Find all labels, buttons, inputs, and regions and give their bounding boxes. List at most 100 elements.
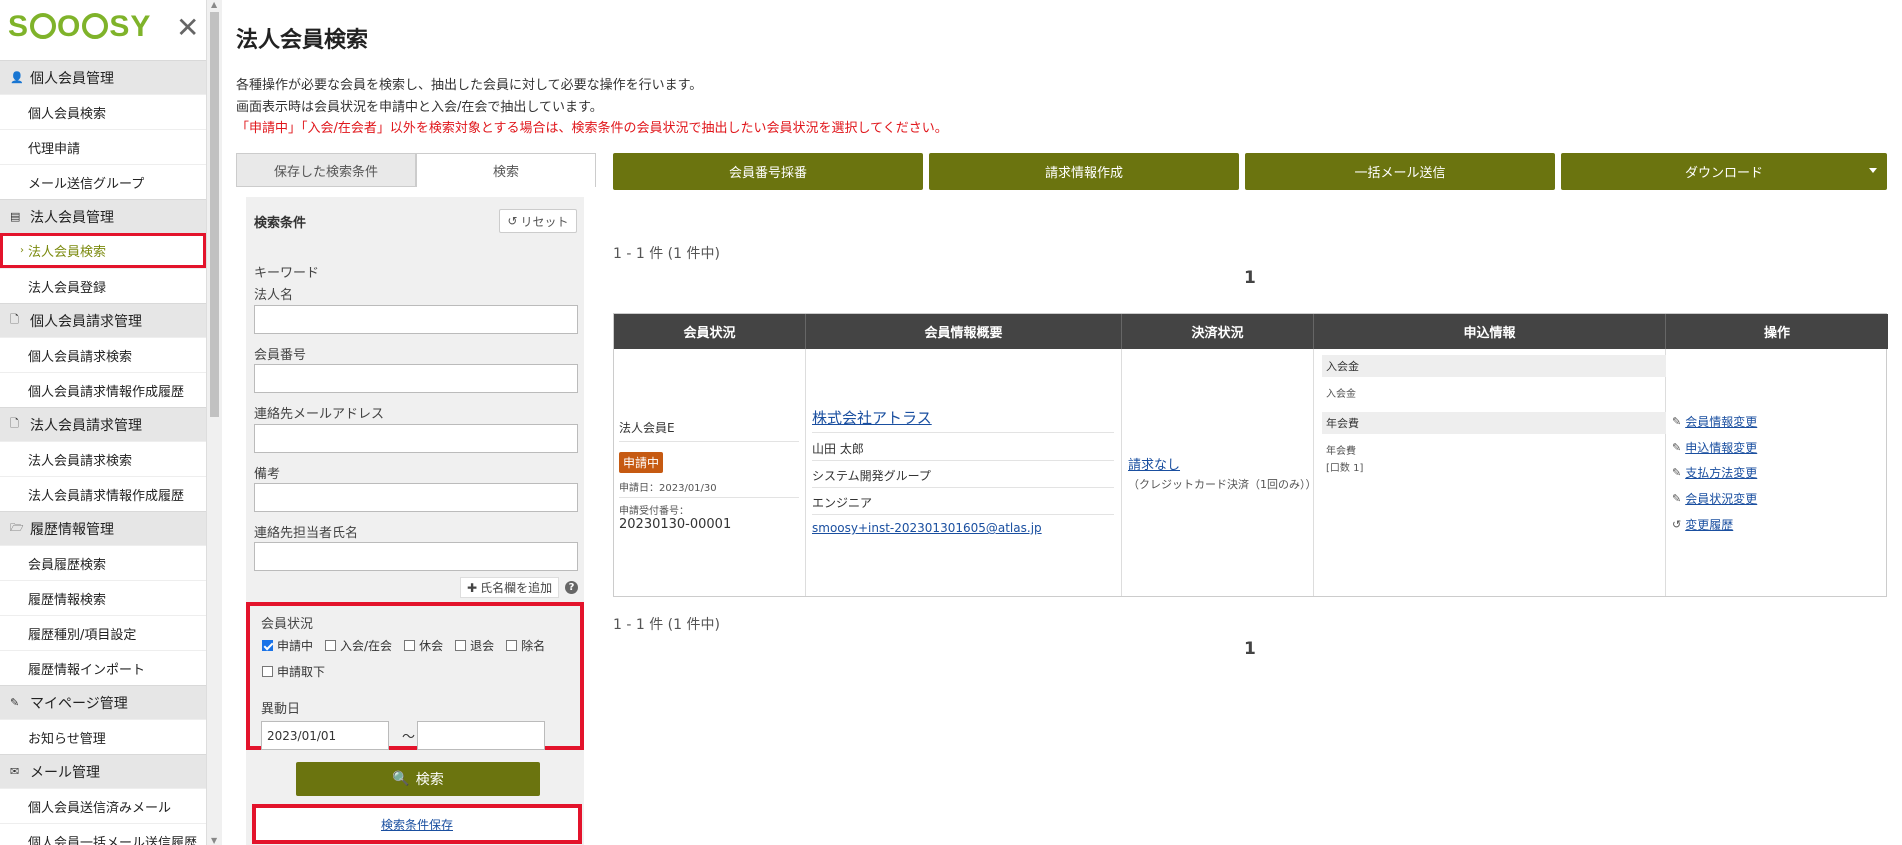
member-no-label: 会員番号 [254,348,307,363]
sidebar-scrollbar[interactable]: ▲ ▼ [207,0,222,845]
folder-icon: 🗁 [10,521,24,534]
sidebar-item[interactable]: 個人会員検索 [0,94,206,129]
annual-fee-title: 年会費 [1322,412,1666,434]
sidebar-section-header[interactable]: ✎ マイページ管理 [0,685,206,719]
date-from-input[interactable]: 2023/01/01 [261,721,389,750]
sidebar-item[interactable]: 個人会員送信済みメール [0,788,206,823]
pagination-page-top[interactable]: 1 [1244,268,1256,288]
op-change-member-info[interactable]: ✎ 会員情報変更 [1672,413,1757,430]
result-count-bottom: 1 - 1 件 (1 件中) [613,617,720,633]
checkbox-label: 入会/在会 [340,639,393,653]
scroll-up-arrow-icon[interactable]: ▲ [211,0,217,9]
sidebar-item[interactable]: 代理申請 [0,129,206,164]
job-title: エンジニア [812,496,873,510]
sidebar: S O SY ✕ 👤 個人会員管理 個人会員検索 代理申請 メール送信グループ ▤ 法人会員管理… [0,0,207,845]
download-dropdown-button[interactable]: ダウンロード [1561,153,1887,190]
create-invoice-button[interactable]: 請求情報作成 [929,153,1239,190]
checkbox-box[interactable] [262,666,273,677]
scroll-down-arrow-icon[interactable]: ▼ [211,836,217,845]
status-checkbox[interactable]: 退会 [455,637,494,654]
close-sidebar-icon[interactable]: ✕ [176,14,199,42]
sidebar-item-label: 法人会員検索 [28,245,107,260]
sidebar-section-header[interactable]: 🗋 法人会員請求管理 [0,407,206,441]
corp-name-input[interactable] [254,305,578,334]
payment-status-link[interactable]: 請求なし [1128,454,1180,473]
add-name-field-button[interactable]: ✚ 氏名欄を追加 [460,577,560,598]
reset-icon: ↺ [507,214,518,228]
sidebar-item[interactable]: 法人会員請求検索 [0,441,206,476]
sidebar-item[interactable]: 履歴情報インポート [0,650,206,685]
company-link[interactable]: 株式会社アトラス [812,407,932,428]
checkbox-box[interactable] [506,640,518,651]
help-icon[interactable]: ? [565,581,578,594]
search-button[interactable]: 🔍 検索 [296,762,540,796]
sidebar-item[interactable]: 履歴種別/項目設定 [0,615,206,650]
corp-name-label: 法人名 [254,288,294,303]
search-button-label: 検索 [415,772,444,788]
sidebar-item-label: 履歴情報インポート [28,662,146,678]
contact-name-input[interactable] [254,542,578,571]
sidebar-item-label: お知らせ管理 [28,731,106,747]
sidebar-item[interactable]: 法人会員請求情報作成履歴 [0,476,206,511]
sidebar-item[interactable]: 個人会員請求検索 [0,337,206,372]
save-conditions-link[interactable]: 検索条件保存 [381,816,453,833]
page-description-1: 各種操作が必要な会員を検索し、抽出した会員に対して必要な操作を行います。 [236,78,703,93]
checkbox-box[interactable] [455,640,467,651]
status-checkbox[interactable]: 入会/在会 [325,637,392,654]
op-change-payment-method[interactable]: ✎ 支払方法変更 [1672,464,1757,481]
sidebar-item[interactable]: › 法人会員検索 [0,233,206,268]
sidebar-item[interactable]: メール送信グループ [0,164,206,199]
sidebar-section-header[interactable]: 🗁 履歴情報管理 [0,511,206,545]
reset-label: リセット [520,214,569,229]
sidebar-item-label: 法人会員請求検索 [28,453,133,469]
status-checkbox[interactable]: 休会 [404,637,443,654]
annual-fee-item: 年会費 [1326,446,1356,457]
cell-member-info: 株式会社アトラス 山田 太郎 システム開発グループ エンジニア smoosy+i… [806,349,1122,596]
checkbox-box[interactable] [262,640,273,651]
sidebar-section-title: 法人会員請求管理 [30,417,142,434]
email-input[interactable] [254,424,578,453]
th-member-info: 会員情報概要 [806,314,1122,349]
status-checkbox[interactable]: 除名 [506,637,545,654]
sidebar-item[interactable]: 法人会員登録 [0,268,206,303]
assign-member-no-button[interactable]: 会員番号採番 [613,153,923,190]
tab-saved-conditions[interactable]: 保存した検索条件 [236,153,416,187]
scrollbar-thumb[interactable] [210,12,219,417]
pencil-icon: ✎ [1672,492,1682,505]
sidebar-section-header[interactable]: 🗋 個人会員請求管理 [0,303,206,337]
member-email-link[interactable]: smoosy+inst-202301301605@atlas.jp [812,521,1042,535]
note-input[interactable] [254,483,578,512]
receipt-no: 20230130-00001 [619,517,732,532]
sidebar-section-title: 個人会員請求管理 [30,313,142,330]
search-tabs: 保存した検索条件 検索 [236,153,596,187]
sidebar-section-title: マイページ管理 [30,695,128,712]
sidebar-item[interactable]: 個人会員請求情報作成履歴 [0,372,206,407]
sidebar-section-header[interactable]: 👤 個人会員管理 [0,60,206,94]
sidebar-item[interactable]: 会員履歴検索 [0,545,206,580]
status-checkbox[interactable]: 申請中 [262,637,313,654]
pagination-page-bottom[interactable]: 1 [1244,639,1256,659]
checkbox-box[interactable] [404,640,416,651]
tab-search[interactable]: 検索 [416,153,596,187]
reset-button[interactable]: ↺ リセット [499,209,577,233]
pencil-icon: ✎ [1672,415,1682,428]
sidebar-section-header[interactable]: ✉ メール管理 [0,754,206,788]
member-status-box: 会員状況 申請中 入会/在会 休会 退会 除名 申請取下 異動日 2023/01/01 … [246,602,584,750]
member-no-input[interactable] [254,364,578,393]
sidebar-item[interactable]: 履歴情報検索 [0,580,206,615]
status-checkbox[interactable]: 申請取下 [262,663,325,680]
op-change-history[interactable]: ↺ 変更履歴 [1672,516,1733,533]
bulk-mail-button[interactable]: 一括メール送信 [1245,153,1555,190]
date-to-input[interactable] [417,721,545,750]
sidebar-item[interactable]: お知らせ管理 [0,719,206,754]
pencil-icon: ✎ [1672,466,1682,479]
sidebar-item[interactable]: 個人会員一括メール送信履歴 [0,823,206,845]
divider [619,497,799,498]
divider [619,441,799,442]
op-change-member-status[interactable]: ✎ 会員状況変更 [1672,490,1757,507]
op-label: 会員情報変更 [1685,415,1758,429]
op-change-application[interactable]: ✎ 申込情報変更 [1672,439,1757,456]
sidebar-section-header[interactable]: ▤ 法人会員管理 [0,199,206,233]
checkbox-box[interactable] [325,640,337,651]
status-checkbox-row-2: 申請取下 [262,663,337,680]
